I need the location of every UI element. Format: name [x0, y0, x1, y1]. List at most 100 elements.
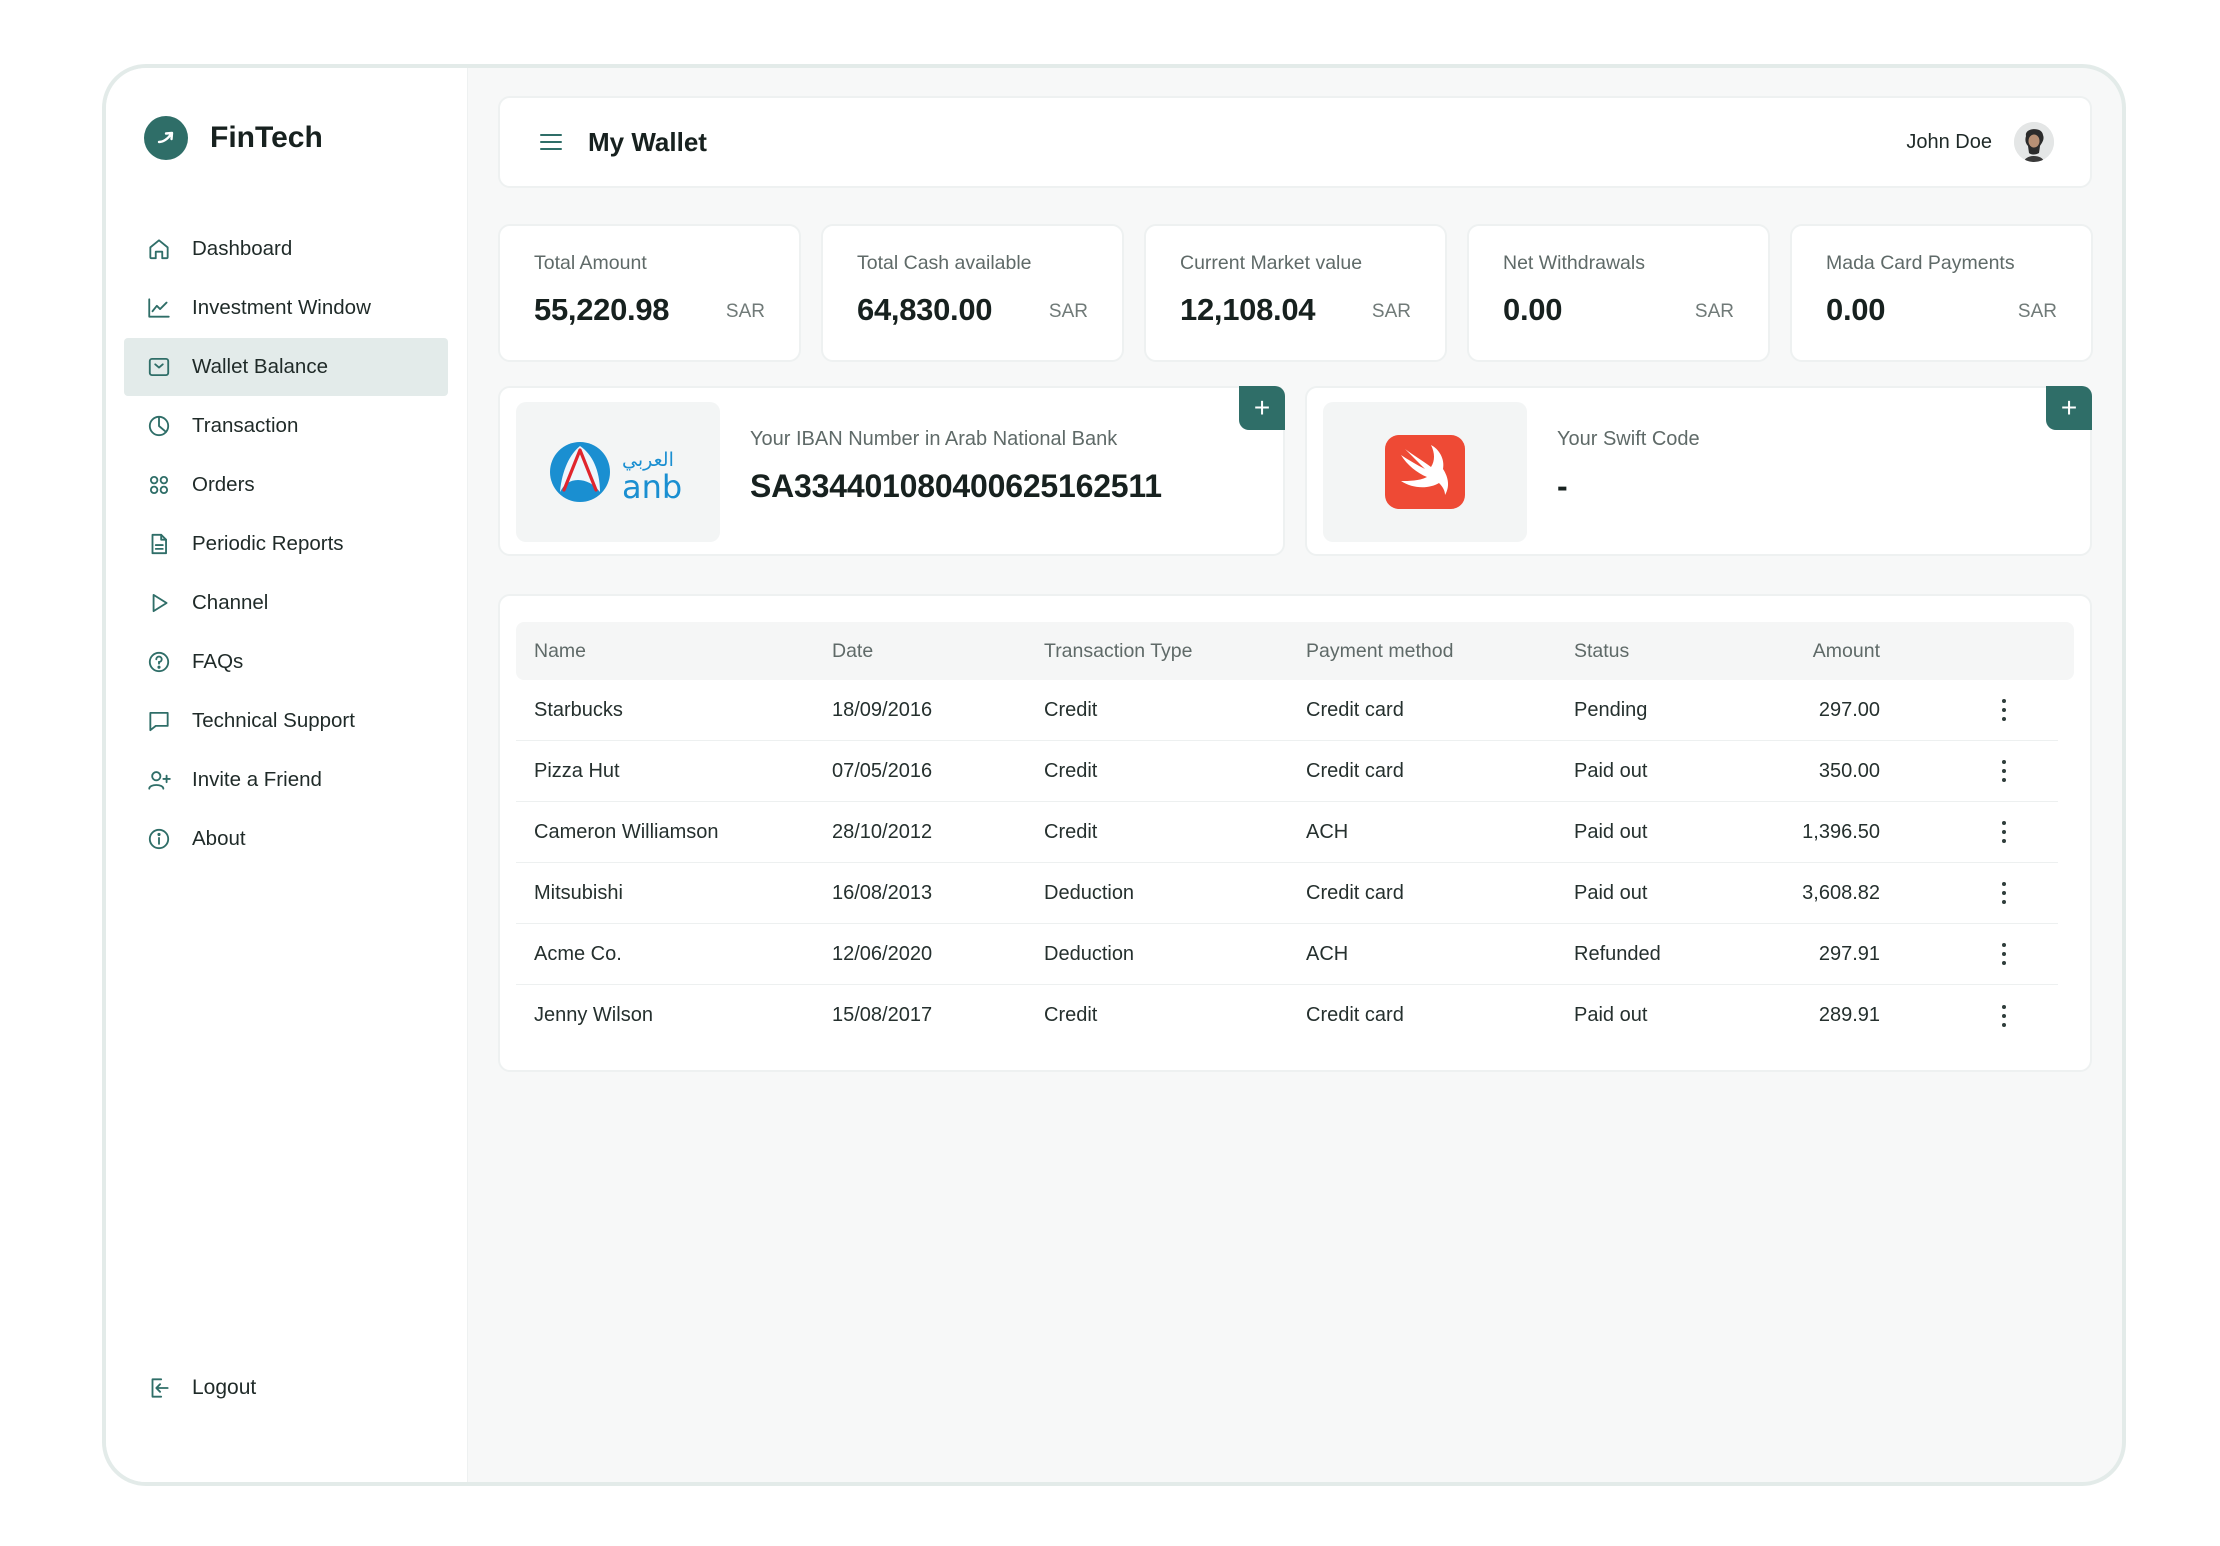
stat-card-net-withdrawals: Net Withdrawals 0.00 SAR	[1467, 224, 1770, 362]
cell-name: Cameron Williamson	[534, 820, 719, 843]
sidebar-item-label: Technical Support	[192, 709, 355, 732]
more-options-icon[interactable]	[1992, 694, 2016, 726]
sidebar-item-label: FAQs	[192, 650, 244, 673]
home-icon	[146, 236, 172, 262]
brand[interactable]: FinTech	[144, 116, 323, 160]
swift-value: -	[1557, 468, 1568, 504]
sidebar-item-technical-support[interactable]: Technical Support	[124, 692, 448, 750]
brand-logo-icon	[144, 116, 188, 160]
top-bar: My Wallet John Doe	[498, 96, 2092, 188]
sidebar-item-channel[interactable]: Channel	[124, 574, 448, 632]
bank-info-row: العربي anb Your IBAN Number in Arab Nati…	[498, 386, 2092, 556]
stat-value: 0.00	[1826, 292, 1886, 327]
sidebar-item-faqs[interactable]: FAQs	[124, 633, 448, 691]
stat-value: 64,830.00	[857, 292, 993, 327]
more-options-icon[interactable]	[1992, 755, 2016, 787]
cell-payment: Credit card	[1306, 759, 1404, 782]
cell-type: Credit	[1044, 759, 1098, 782]
iban-label: Your IBAN Number in Arab National Bank	[750, 428, 1118, 450]
cell-name: Acme Co.	[534, 942, 622, 965]
menu-icon[interactable]	[536, 127, 566, 157]
table-row[interactable]: Cameron Williamson 28/10/2012 Credit ACH…	[516, 802, 2058, 863]
sidebar-item-label: Orders	[192, 473, 255, 496]
stat-unit: SAR	[1048, 301, 1088, 322]
cell-status: Refunded	[1574, 942, 1661, 965]
sidebar-item-label: Investment Window	[192, 296, 371, 319]
logout-label: Logout	[192, 1376, 257, 1399]
table-row[interactable]: Pizza Hut 07/05/2016 Credit Credit card …	[516, 741, 2058, 802]
help-icon	[146, 649, 172, 675]
cell-payment: ACH	[1306, 820, 1349, 843]
stat-unit: SAR	[1694, 301, 1734, 322]
sidebar-item-invite-a-friend[interactable]: Invite a Friend	[124, 751, 448, 809]
cell-name: Mitsubishi	[534, 881, 623, 904]
sidebar-item-label: Periodic Reports	[192, 532, 344, 555]
cell-date: 12/06/2020	[832, 942, 933, 965]
header-transaction-type[interactable]: Transaction Type	[1044, 640, 1306, 663]
sidebar-item-dashboard[interactable]: Dashboard	[124, 220, 448, 278]
cell-status: Paid out	[1574, 881, 1648, 904]
anb-logo: العربي anb	[516, 402, 720, 542]
logout-button[interactable]: Logout	[146, 1375, 256, 1401]
stat-label: Mada Card Payments	[1826, 252, 2015, 274]
user-name: John Doe	[1906, 130, 1992, 153]
cell-status: Paid out	[1574, 1004, 1648, 1026]
cell-date: 15/08/2017	[832, 1004, 933, 1026]
swift-card: Your Swift Code - +	[1305, 386, 2092, 556]
play-icon	[146, 590, 172, 616]
cell-status: Pending	[1574, 698, 1648, 721]
swift-logo	[1323, 402, 1527, 542]
info-icon	[146, 826, 172, 852]
iban-card: العربي anb Your IBAN Number in Arab Nati…	[498, 386, 1285, 556]
sidebar-item-transaction[interactable]: Transaction	[124, 397, 448, 455]
transactions-table: Name Date Transaction Type Payment metho…	[498, 594, 2092, 1072]
header-name[interactable]: Name	[516, 640, 832, 663]
sidebar-item-periodic-reports[interactable]: Periodic Reports	[124, 515, 448, 573]
logout-icon	[146, 1375, 172, 1401]
cell-name: Jenny Wilson	[534, 1004, 653, 1026]
chart-line-icon	[146, 295, 172, 321]
avatar[interactable]	[2014, 122, 2054, 162]
table-row[interactable]: Jenny Wilson 15/08/2017 Credit Credit ca…	[516, 985, 2058, 1046]
grid-icon	[146, 472, 172, 498]
cell-status: Paid out	[1574, 759, 1648, 782]
brand-name: FinTech	[210, 121, 323, 154]
cell-name: Pizza Hut	[534, 759, 620, 782]
cell-date: 07/05/2016	[832, 759, 933, 782]
sidebar-item-label: Dashboard	[192, 237, 293, 260]
user-add-icon	[146, 767, 172, 793]
more-options-icon[interactable]	[1992, 816, 2016, 848]
stats-row: Total Amount 55,220.98 SAR Total Cash av…	[498, 224, 2093, 362]
table-row[interactable]: Acme Co. 12/06/2020 Deduction ACH Refund…	[516, 924, 2058, 985]
sidebar-item-about[interactable]: About	[124, 810, 448, 868]
header-date[interactable]: Date	[832, 640, 1044, 663]
cell-payment: ACH	[1306, 942, 1349, 965]
header-payment-method[interactable]: Payment method	[1306, 640, 1574, 663]
cell-type: Credit	[1044, 698, 1098, 721]
table-row[interactable]: Mitsubishi 16/08/2013 Deduction Credit c…	[516, 863, 2058, 924]
header-amount[interactable]: Amount	[1754, 640, 1880, 663]
table-header: Name Date Transaction Type Payment metho…	[516, 622, 2074, 680]
more-options-icon[interactable]	[1992, 877, 2016, 909]
stat-value: 0.00	[1503, 292, 1563, 327]
stat-value: 55,220.98	[534, 292, 670, 327]
add-swift-button[interactable]: +	[2046, 386, 2092, 430]
table-row[interactable]: Starbucks 18/09/2016 Credit Credit card …	[516, 680, 2058, 741]
more-options-icon[interactable]	[1992, 938, 2016, 970]
cell-type: Deduction	[1044, 942, 1135, 965]
cell-payment: Credit card	[1306, 881, 1404, 904]
sidebar: FinTech Dashboard Investment Window Wall…	[106, 68, 468, 1482]
more-options-icon[interactable]	[1992, 1000, 2016, 1032]
sidebar-item-investment-window[interactable]: Investment Window	[124, 279, 448, 337]
sidebar-item-wallet-balance[interactable]: Wallet Balance	[124, 338, 448, 396]
cell-type: Credit	[1044, 820, 1098, 843]
header-status[interactable]: Status	[1574, 640, 1754, 663]
stat-unit: SAR	[1371, 301, 1411, 322]
sidebar-item-orders[interactable]: Orders	[124, 456, 448, 514]
user-menu[interactable]: John Doe	[1906, 122, 2054, 162]
cell-amount: 350.00	[1818, 759, 1880, 782]
add-iban-button[interactable]: +	[1239, 386, 1285, 430]
stat-card-market-value: Current Market value 12,108.04 SAR	[1144, 224, 1447, 362]
cell-payment: Credit card	[1306, 698, 1404, 721]
stat-unit: SAR	[2017, 301, 2057, 322]
